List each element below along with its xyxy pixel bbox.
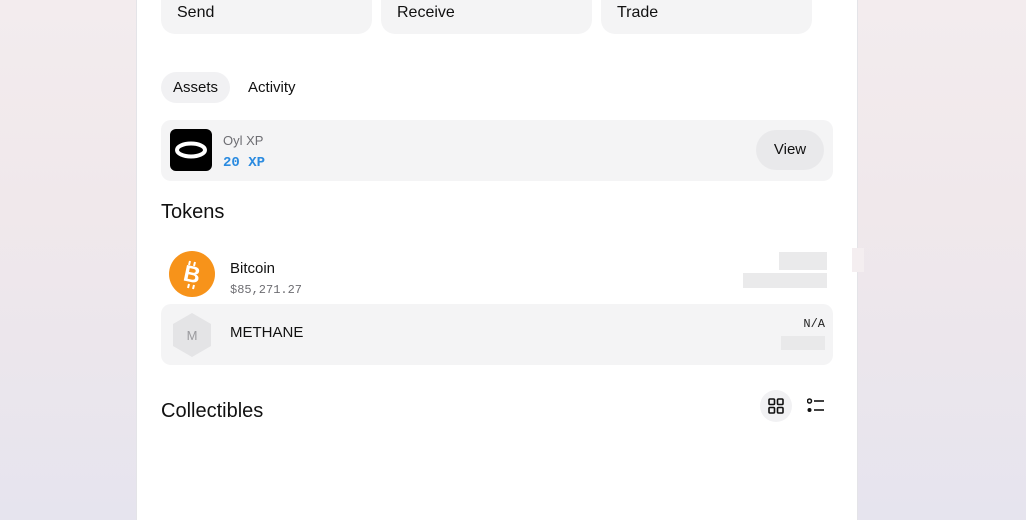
tokens-heading: Tokens — [161, 201, 225, 223]
xp-value: 20 XP — [223, 155, 266, 171]
grid-view-button[interactable] — [760, 390, 792, 422]
quick-actions: Send Receive Trade — [161, 0, 812, 34]
trade-button[interactable]: Trade — [601, 0, 812, 34]
asset-tabs: Assets Activity — [161, 72, 308, 103]
token-value: N/A — [803, 317, 825, 331]
token-name: Bitcoin — [230, 260, 276, 277]
tab-assets[interactable]: Assets — [161, 72, 231, 103]
list-icon — [807, 398, 824, 412]
svg-text:M: M — [187, 328, 198, 343]
receive-button[interactable]: Receive — [381, 0, 592, 34]
xp-card: Oyl XP 20 XP View — [161, 120, 833, 181]
tab-activity[interactable]: Activity — [236, 72, 308, 103]
token-row-bitcoin[interactable]: B Bitcoin $85,271.27 — [161, 243, 833, 304]
token-price: $85,271.27 — [230, 283, 303, 297]
oyl-logo-icon — [170, 129, 212, 171]
bitcoin-icon: B — [169, 251, 215, 297]
redacted-fragment — [852, 248, 864, 272]
redacted-value — [743, 273, 827, 288]
redacted-balance — [779, 252, 827, 270]
methane-icon: M — [169, 312, 215, 358]
collectibles-heading: Collectibles — [161, 400, 264, 422]
view-xp-button[interactable]: View — [756, 130, 824, 170]
collectibles-view-toggle — [760, 390, 832, 422]
xp-title: Oyl XP — [223, 133, 264, 148]
token-row-methane[interactable]: M METHANE N/A — [161, 304, 833, 365]
wallet-panel: Send Receive Trade Assets Activity Oyl X… — [136, 0, 858, 520]
send-button[interactable]: Send — [161, 0, 372, 34]
list-view-button[interactable] — [800, 390, 832, 422]
token-name: METHANE — [230, 324, 304, 341]
grid-icon — [768, 398, 784, 414]
redacted-balance — [781, 336, 825, 350]
